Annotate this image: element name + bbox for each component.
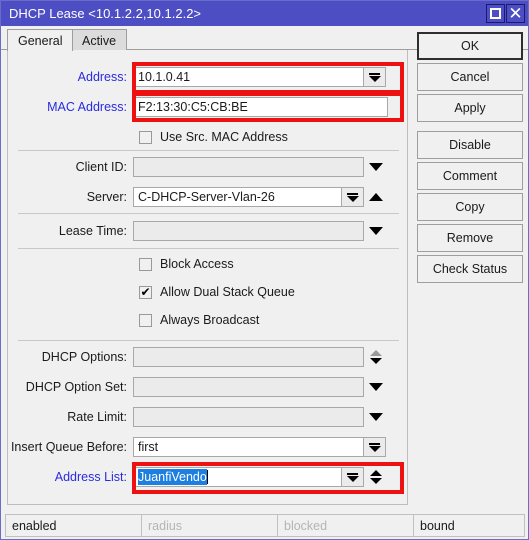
- text-cursor: [206, 470, 208, 484]
- allow-dual-stack-queue-label: Allow Dual Stack Queue: [160, 285, 295, 299]
- window-title: DHCP Lease <10.1.2.2,10.1.2.2>: [9, 6, 202, 21]
- client-id-label: Client ID:: [75, 160, 127, 174]
- disable-button[interactable]: Disable: [417, 131, 523, 159]
- divider-2: [18, 213, 399, 214]
- dhcp-option-set-chevron-down-icon[interactable]: [364, 377, 388, 397]
- insert-queue-before-dropdown-icon[interactable]: [364, 437, 386, 457]
- address-list-spinner-icon[interactable]: [364, 467, 388, 487]
- dhcp-options-label: DHCP Options:: [41, 350, 127, 364]
- mac-address-label: MAC Address:: [47, 100, 127, 114]
- row-allow-dual-stack-queue: ✔ Allow Dual Stack Queue: [8, 281, 409, 303]
- lease-time-chevron-down-icon[interactable]: [364, 221, 388, 241]
- row-always-broadcast: Always Broadcast: [8, 309, 409, 331]
- address-input[interactable]: 10.1.0.41: [133, 67, 364, 87]
- row-use-src-mac: Use Src. MAC Address: [8, 126, 409, 148]
- dhcp-options-spinner-icon[interactable]: [364, 347, 388, 367]
- row-rate-limit: Rate Limit:: [8, 406, 409, 428]
- address-list-label: Address List:: [54, 470, 127, 484]
- check-status-button[interactable]: Check Status: [417, 255, 523, 283]
- divider-1: [18, 150, 399, 151]
- row-client-id: Client ID:: [8, 156, 409, 178]
- dialog-button-column: OK Cancel Apply Disable Comment Copy Rem…: [417, 32, 523, 286]
- insert-queue-before-input[interactable]: first: [133, 437, 364, 457]
- check-icon: ✔: [140, 284, 151, 299]
- address-list-dropdown-icon[interactable]: [342, 467, 364, 487]
- block-access-checkbox[interactable]: [139, 257, 152, 271]
- address-dropdown-icon[interactable]: [364, 67, 386, 87]
- cancel-button[interactable]: Cancel: [417, 63, 523, 91]
- status-enabled: enabled: [5, 514, 142, 537]
- client-id-chevron-down-icon[interactable]: [364, 157, 388, 177]
- ok-button[interactable]: OK: [417, 32, 523, 60]
- server-chevron-up-icon[interactable]: [364, 187, 388, 207]
- title-bar-buttons: ✕: [486, 4, 528, 23]
- always-broadcast-label: Always Broadcast: [160, 313, 260, 327]
- block-access-label: Block Access: [160, 257, 234, 271]
- server-label: Server:: [86, 190, 127, 204]
- row-mac-address: MAC Address: F2:13:30:C5:CB:BE: [8, 96, 409, 118]
- status-bar: enabled radius blocked bound: [5, 514, 526, 537]
- status-radius: radius: [141, 514, 278, 537]
- address-list-input[interactable]: JuanfiVendo: [133, 467, 342, 487]
- remove-button[interactable]: Remove: [417, 224, 523, 252]
- lease-time-label: Lease Time:: [58, 224, 127, 238]
- address-label: Address:: [77, 70, 127, 84]
- use-src-mac-checkbox[interactable]: [139, 130, 152, 144]
- copy-button[interactable]: Copy: [417, 193, 523, 221]
- row-insert-queue-before: Insert Queue Before: first: [8, 436, 409, 458]
- server-dropdown-icon[interactable]: [342, 187, 364, 207]
- apply-button[interactable]: Apply: [417, 94, 523, 122]
- dhcp-option-set-input[interactable]: [133, 377, 364, 397]
- divider-4: [18, 340, 399, 341]
- maximize-icon[interactable]: [486, 4, 505, 23]
- dhcp-options-input[interactable]: [133, 347, 364, 367]
- row-address: Address: 10.1.0.41: [8, 66, 409, 88]
- divider-3: [18, 248, 399, 249]
- rate-limit-chevron-down-icon[interactable]: [364, 407, 388, 427]
- allow-dual-stack-queue-checkbox[interactable]: ✔: [139, 284, 152, 299]
- comment-button[interactable]: Comment: [417, 162, 523, 190]
- row-address-list: Address List: JuanfiVendo: [8, 466, 409, 488]
- lease-time-input[interactable]: [133, 221, 364, 241]
- client-id-input[interactable]: [133, 157, 364, 177]
- use-src-mac-label: Use Src. MAC Address: [160, 130, 288, 144]
- server-input[interactable]: C-DHCP-Server-Vlan-26: [133, 187, 342, 207]
- row-server: Server: C-DHCP-Server-Vlan-26: [8, 186, 409, 208]
- status-blocked: blocked: [277, 514, 414, 537]
- tab-general[interactable]: General: [7, 29, 74, 51]
- dhcp-lease-window: DHCP Lease <10.1.2.2,10.1.2.2> ✕ General…: [0, 0, 529, 540]
- status-bound: bound: [413, 514, 525, 537]
- dhcp-option-set-label: DHCP Option Set:: [25, 380, 127, 394]
- rate-limit-label: Rate Limit:: [67, 410, 127, 424]
- row-block-access: Block Access: [8, 253, 409, 275]
- mac-address-input[interactable]: F2:13:30:C5:CB:BE: [133, 97, 388, 117]
- close-icon[interactable]: ✕: [506, 4, 525, 23]
- row-dhcp-options: DHCP Options:: [8, 346, 409, 368]
- general-form-panel: Address: 10.1.0.41 MAC Address: F2:13:30…: [7, 50, 408, 505]
- always-broadcast-checkbox[interactable]: [139, 313, 152, 327]
- rate-limit-input[interactable]: [133, 407, 364, 427]
- row-lease-time: Lease Time:: [8, 220, 409, 242]
- tab-active[interactable]: Active: [71, 29, 128, 51]
- title-bar: DHCP Lease <10.1.2.2,10.1.2.2> ✕: [1, 1, 528, 26]
- insert-queue-before-label: Insert Queue Before:: [10, 440, 127, 454]
- row-dhcp-option-set: DHCP Option Set:: [8, 376, 409, 398]
- address-list-value: JuanfiVendo: [138, 469, 207, 485]
